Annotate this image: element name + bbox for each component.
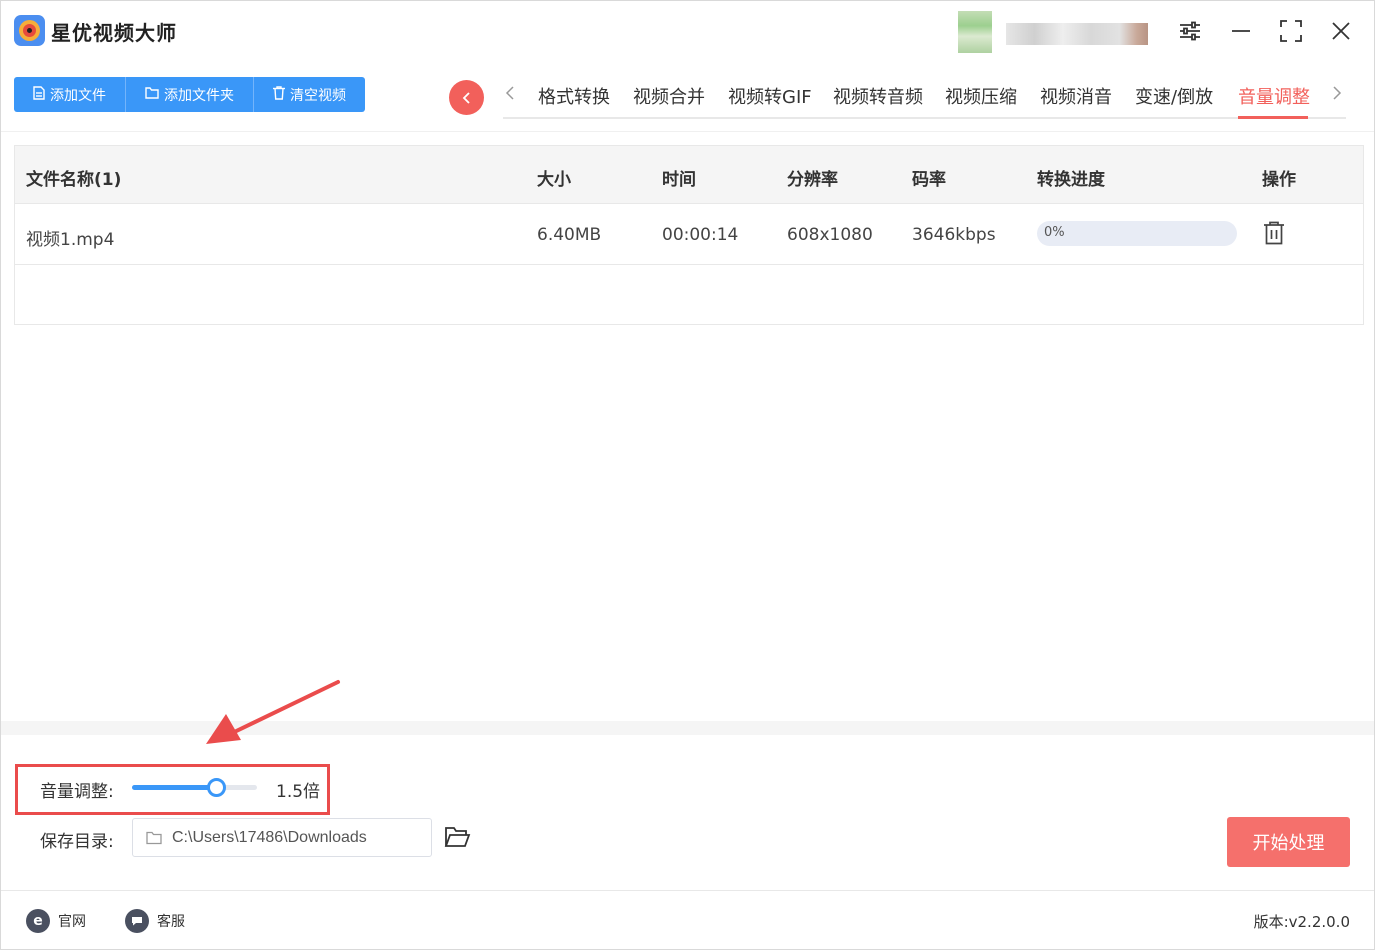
file-table: 文件名称(1) 大小 时间 分辨率 码率 转换进度 操作 视频1.mp4 6.4…	[14, 145, 1364, 325]
tab-video-to-gif[interactable]: 视频转GIF	[728, 83, 812, 109]
version-text: 版本:v2.2.0.0	[1253, 913, 1350, 931]
website-link[interactable]: e 官网	[26, 909, 86, 933]
trash-icon	[273, 85, 285, 104]
maximize-icon[interactable]	[1275, 15, 1307, 47]
col-resolution: 分辨率	[787, 170, 838, 190]
col-bitrate: 码率	[912, 170, 946, 190]
cell-time: 00:00:14	[662, 225, 739, 245]
footer-divider	[1, 890, 1374, 891]
folder-icon	[145, 86, 159, 103]
app-logo-icon	[14, 15, 45, 46]
col-progress: 转换进度	[1037, 170, 1105, 190]
volume-slider[interactable]	[132, 778, 257, 797]
volume-slider-thumb[interactable]	[206, 778, 226, 797]
document-icon	[33, 85, 45, 104]
close-icon[interactable]	[1325, 15, 1357, 47]
tab-speed-reverse[interactable]: 变速/倒放	[1135, 83, 1213, 109]
minimize-icon[interactable]	[1225, 15, 1257, 47]
settings-sliders-icon[interactable]	[1174, 15, 1206, 47]
collapse-chevron-left-icon[interactable]	[449, 80, 484, 115]
delete-trash-icon[interactable]	[1263, 221, 1285, 247]
save-dir-label: 保存目录:	[40, 832, 114, 852]
cell-size: 6.40MB	[537, 225, 602, 245]
table-row[interactable]: 视频1.mp4 6.40MB 00:00:14 608x1080 3646kbp…	[15, 205, 1363, 265]
tab-video-to-audio[interactable]: 视频转音频	[833, 83, 923, 109]
cell-bitrate: 3646kbps	[912, 225, 996, 245]
app-window: 星优视频大师 添加文件 添加文件夹 清空视频 格式转换 视频合并 视频转GIF …	[0, 0, 1375, 950]
add-folder-button[interactable]: 添加文件夹	[126, 77, 254, 112]
volume-slider-fill	[132, 785, 216, 790]
tab-bar: 格式转换 视频合并 视频转GIF 视频转音频 视频压缩 视频消音 变速/倒放 音…	[503, 79, 1346, 119]
add-file-button[interactable]: 添加文件	[14, 77, 126, 112]
volume-value: 1.5倍	[276, 782, 321, 802]
user-name-blurred	[1006, 23, 1148, 45]
cell-filename: 视频1.mp4	[26, 230, 115, 250]
support-link[interactable]: 客服	[125, 909, 185, 933]
save-dir-input[interactable]	[172, 828, 412, 847]
tab-video-merge[interactable]: 视频合并	[633, 83, 705, 109]
save-dir-field[interactable]	[132, 818, 432, 857]
ie-browser-icon: e	[26, 909, 50, 933]
col-time: 时间	[662, 170, 696, 190]
col-size: 大小	[537, 170, 571, 190]
table-header: 文件名称(1) 大小 时间 分辨率 码率 转换进度 操作	[15, 146, 1363, 204]
chat-bubble-icon	[125, 909, 149, 933]
tab-format-convert[interactable]: 格式转换	[538, 83, 610, 109]
title-bar: 星优视频大师	[1, 1, 1374, 63]
tab-scroll-right-icon[interactable]	[1332, 85, 1342, 106]
tab-volume-adjust[interactable]: 音量调整	[1238, 83, 1310, 109]
progress-bar: 0%	[1037, 221, 1237, 246]
clear-videos-label: 清空视频	[290, 87, 346, 104]
open-folder-icon[interactable]	[444, 825, 471, 849]
progress-text: 0%	[1044, 225, 1065, 240]
support-label: 客服	[157, 914, 185, 930]
header-divider	[1, 131, 1374, 132]
col-filename: 文件名称(1)	[26, 170, 122, 190]
start-process-button[interactable]: 开始处理	[1227, 817, 1350, 867]
tab-video-mute[interactable]: 视频消音	[1040, 83, 1112, 109]
file-toolbar: 添加文件 添加文件夹 清空视频	[14, 77, 365, 112]
add-folder-label: 添加文件夹	[164, 87, 234, 104]
folder-icon	[146, 831, 162, 844]
app-title: 星优视频大师	[51, 21, 177, 45]
user-account[interactable]	[946, 11, 1151, 53]
website-label: 官网	[58, 914, 86, 930]
active-tab-indicator	[1238, 116, 1308, 119]
annotation-arrow-icon	[206, 680, 340, 744]
clear-videos-button[interactable]: 清空视频	[254, 77, 365, 112]
cell-resolution: 608x1080	[787, 225, 873, 245]
volume-label: 音量调整:	[40, 782, 114, 802]
col-action: 操作	[1262, 170, 1296, 190]
tab-video-compress[interactable]: 视频压缩	[945, 83, 1017, 109]
add-file-label: 添加文件	[50, 87, 106, 104]
user-avatar	[958, 11, 992, 53]
